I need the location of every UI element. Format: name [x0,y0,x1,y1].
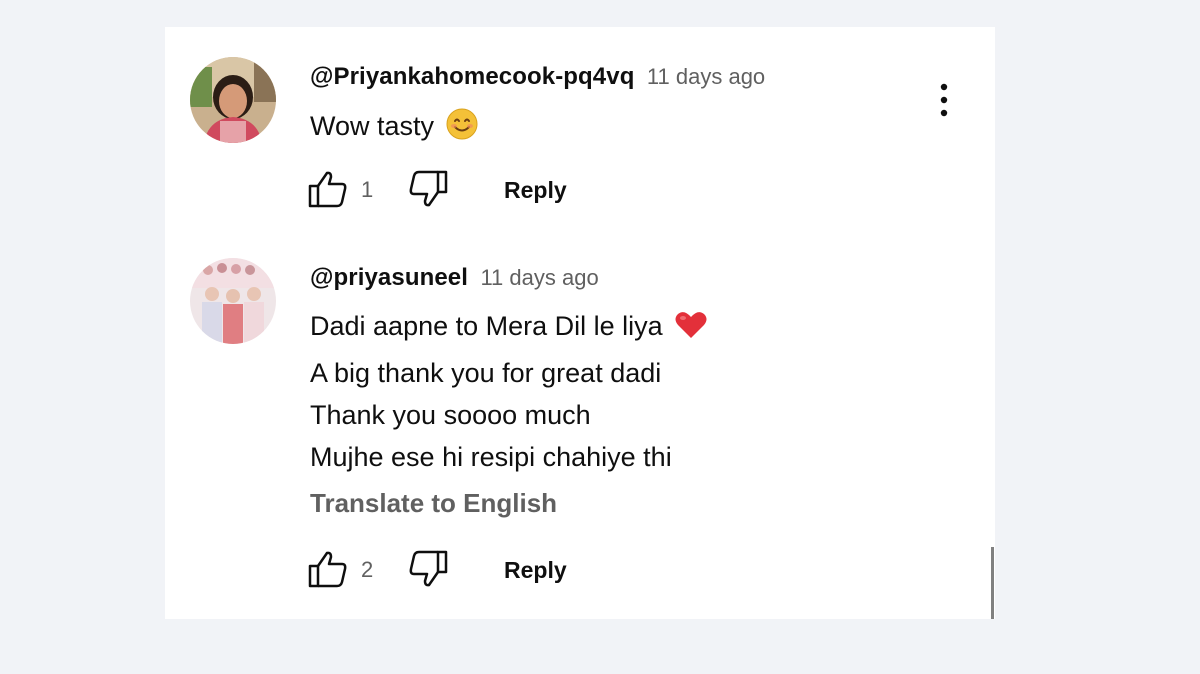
thumbs-up-icon [306,169,350,214]
reply-button[interactable]: Reply [504,557,567,584]
like-button[interactable] [305,549,351,593]
comments-panel: @Priyankahomecook-pq4vq 11 days ago Wow … [165,27,995,619]
comment-line: Mujhe ese hi resipi chahiye thi [310,442,672,472]
avatar-image [190,258,276,344]
more-vertical-icon [939,82,949,123]
red-heart-emoji-icon [674,310,708,352]
comment-header: @priyasuneel 11 days ago [310,264,599,292]
comment-timestamp[interactable]: 11 days ago [647,64,765,89]
thumbs-down-icon [406,549,450,594]
dislike-button[interactable] [405,169,451,213]
thumbs-down-icon [406,169,450,214]
dislike-button[interactable] [405,549,451,593]
comment-author-link[interactable]: @priyasuneel [310,264,468,291]
like-button[interactable] [305,169,351,213]
comment-menu-button[interactable] [925,82,963,122]
avatar[interactable] [190,57,276,143]
comment-timestamp[interactable]: 11 days ago [480,265,598,290]
scrollbar-thumb[interactable] [991,547,994,619]
comment-text: Wow tasty [310,105,478,152]
avatar-image [190,57,276,143]
smiling-face-emoji-icon [446,108,478,152]
comment-author-link[interactable]: @Priyankahomecook-pq4vq [310,63,634,90]
comment-line: Dadi aapne to Mera Dil le liya [310,311,663,341]
translate-button[interactable]: Translate to English [310,488,557,519]
comment-actions: 2 Reply [305,549,625,593]
reply-button[interactable]: Reply [504,177,567,204]
like-count: 1 [361,177,374,202]
comment-header: @Priyankahomecook-pq4vq 11 days ago [310,63,765,91]
like-count: 2 [361,557,374,582]
comment-line: A big thank you for great dadi [310,358,662,388]
thumbs-up-icon [306,549,350,594]
comment-line: Wow tasty [310,111,435,141]
comment-text: Dadi aapne to Mera Dil le liya A big tha… [310,305,708,478]
comment-actions: 1 Reply [305,169,625,213]
avatar[interactable] [190,258,276,344]
comment-line: Thank you soooo much [310,400,591,430]
